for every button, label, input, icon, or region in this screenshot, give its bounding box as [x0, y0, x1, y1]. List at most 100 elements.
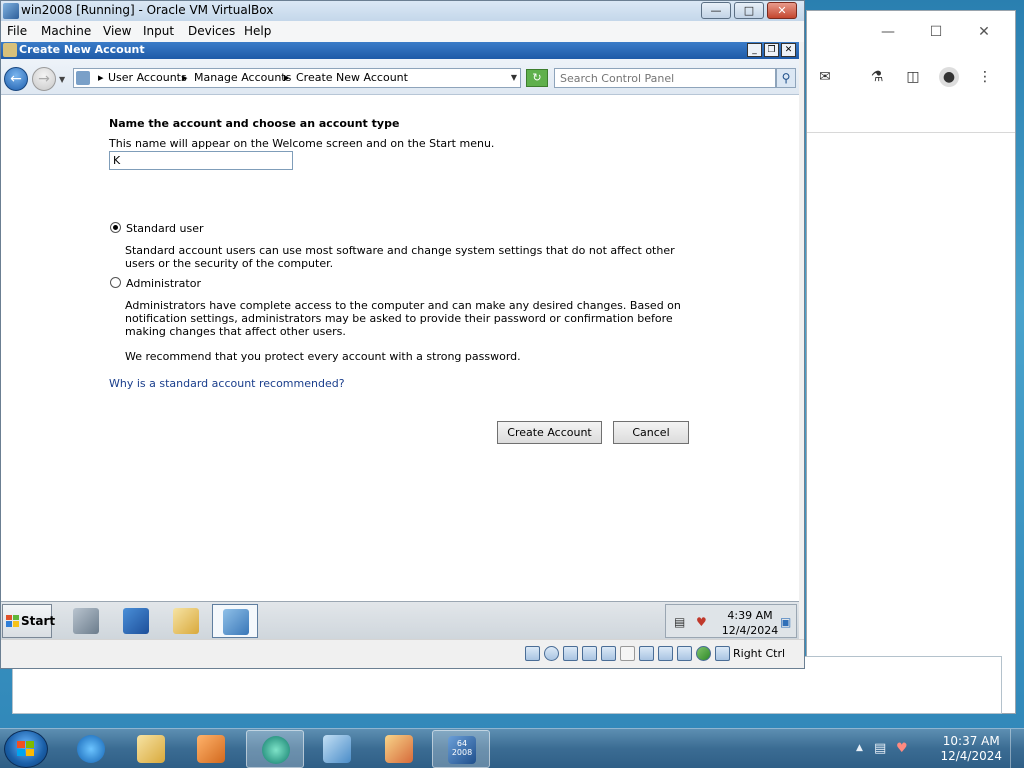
cancel-button[interactable]: Cancel: [613, 421, 689, 444]
standard-user-description: Standard account users can use most soft…: [125, 244, 675, 270]
recommendation-text: We recommend that you protect every acco…: [125, 350, 521, 363]
side-panel-icon[interactable]: ◫: [903, 67, 923, 87]
network-icon[interactable]: ▤: [874, 741, 886, 756]
standard-user-label[interactable]: Standard user: [126, 222, 204, 235]
hard-disk-icon[interactable]: [525, 646, 540, 661]
labs-flask-icon[interactable]: ⚗: [867, 67, 887, 87]
vm-badge-label: 2008: [451, 748, 473, 757]
guest-restore-button[interactable]: ❐: [764, 43, 779, 57]
create-account-button[interactable]: Create Account: [497, 421, 602, 444]
virtualbox-app-icon: [3, 3, 19, 19]
standard-account-help-link[interactable]: Why is a standard account recommended?: [109, 377, 345, 390]
host-time: 10:37 AM: [942, 734, 1000, 748]
search-icon[interactable]: ⚲: [776, 68, 796, 88]
powershell-icon: [123, 608, 149, 634]
minimize-icon[interactable]: —: [875, 21, 901, 43]
address-bar: ← → ▼ ▸ User Accounts ▸ Manage Accounts …: [1, 59, 799, 95]
guest-task-control-panel[interactable]: [212, 604, 258, 638]
recent-pages-dropdown-icon[interactable]: ▼: [59, 75, 65, 84]
menu-file[interactable]: File: [7, 24, 27, 38]
account-name-input[interactable]: [109, 151, 293, 170]
host-task-explorer[interactable]: [122, 730, 180, 768]
guest-task-explorer[interactable]: [163, 604, 209, 638]
form-heading: Name the account and choose an account t…: [109, 117, 400, 130]
menu-help[interactable]: Help: [244, 24, 271, 38]
administrator-radio[interactable]: [110, 277, 121, 288]
optical-drive-icon[interactable]: [544, 646, 559, 661]
breadcrumb-chevron-icon[interactable]: ▸: [284, 71, 290, 84]
internet-explorer-icon: [77, 735, 105, 763]
host-start-button[interactable]: [4, 730, 48, 768]
host-key-label[interactable]: Right Ctrl: [733, 647, 785, 660]
vm-badge-number: 64: [456, 739, 468, 748]
network-icon[interactable]: ▤: [674, 615, 685, 629]
chrome-titlebar: — ☐ ✕: [807, 11, 1015, 53]
forward-button[interactable]: →: [32, 67, 56, 91]
mouse-integration-icon[interactable]: [715, 646, 730, 661]
guest-time: 4:39 AM: [727, 609, 773, 622]
menu-devices[interactable]: Devices: [188, 24, 235, 38]
usb-icon[interactable]: [601, 646, 616, 661]
folder-icon: [137, 735, 165, 763]
breadcrumb[interactable]: ▸ User Accounts ▸ Manage Accounts ▸ Crea…: [73, 68, 521, 88]
close-button[interactable]: ✕: [767, 2, 797, 19]
breadcrumb-chevron-icon[interactable]: ▸: [182, 71, 188, 84]
host-task-internet-explorer[interactable]: [62, 730, 120, 768]
host-clock[interactable]: 10:37 AM 12/4/2024: [940, 734, 1002, 764]
browser-icon: [262, 736, 290, 764]
refresh-button[interactable]: ↻: [526, 69, 548, 87]
show-desktop-icon[interactable]: ▣: [780, 615, 791, 629]
administrator-label[interactable]: Administrator: [126, 277, 201, 290]
host-task-virtualbox-vm[interactable]: 64 2008: [432, 730, 490, 768]
search-box[interactable]: [554, 68, 776, 88]
maximize-icon[interactable]: ☐: [923, 21, 949, 43]
host-task-media-player[interactable]: [182, 730, 240, 768]
extensions-icon[interactable]: ✉: [815, 67, 835, 87]
pen-tool-icon: [323, 735, 351, 763]
guest-close-button[interactable]: ✕: [781, 43, 796, 57]
guest-task-server-manager[interactable]: [63, 604, 109, 638]
paint-palette-icon: [385, 735, 413, 763]
guest-date: 12/4/2024: [721, 624, 779, 637]
menu-input[interactable]: Input: [143, 24, 174, 38]
menu-machine[interactable]: Machine: [41, 24, 91, 38]
host-task-paint[interactable]: [370, 730, 428, 768]
network-adapter-icon[interactable]: [582, 646, 597, 661]
back-button[interactable]: ←: [4, 67, 28, 91]
form-description: This name will appear on the Welcome scr…: [109, 137, 495, 150]
search-input[interactable]: [555, 69, 775, 87]
breadcrumb-chevron-icon[interactable]: ▸: [98, 71, 104, 84]
close-icon[interactable]: ✕: [971, 21, 997, 43]
breadcrumb-create-new-account[interactable]: Create New Account: [296, 71, 408, 84]
guest-task-powershell[interactable]: [113, 604, 159, 638]
chrome-toolbar: ✉ ⚗ ◫ ● ⋮: [807, 53, 1015, 133]
shared-folders-icon[interactable]: [620, 646, 635, 661]
guest-taskbar: Start ▤ ♥ 4:39 AM 12/4/2024 ▣: [1, 601, 799, 639]
guest-clock[interactable]: 4:39 AM 12/4/2024: [720, 608, 780, 638]
host-system-tray: ▲ ▤ ♥ 10:37 AM 12/4/2024: [854, 729, 1024, 768]
kebab-menu-icon[interactable]: ⋮: [975, 67, 995, 87]
breadcrumb-user-accounts[interactable]: User Accounts: [108, 71, 187, 84]
maximize-button[interactable]: □: [734, 2, 764, 19]
volume-muted-icon[interactable]: ♥: [896, 741, 908, 756]
menu-view[interactable]: View: [103, 24, 131, 38]
profile-avatar-icon[interactable]: ●: [939, 67, 959, 87]
chevron-down-icon[interactable]: ▼: [511, 73, 517, 82]
audio-icon[interactable]: [563, 646, 578, 661]
video-capture-icon[interactable]: [658, 646, 673, 661]
vt-x-icon[interactable]: [677, 646, 692, 661]
window-title: win2008 [Running] - Oracle VM VirtualBox: [21, 3, 274, 17]
display-icon[interactable]: [639, 646, 654, 661]
show-desktop-button[interactable]: [1010, 729, 1024, 768]
guest-additions-icon[interactable]: [696, 646, 711, 661]
guest-system-tray: ▤ ♥ 4:39 AM 12/4/2024 ▣: [665, 604, 797, 638]
guest-start-button[interactable]: Start: [2, 604, 55, 638]
volume-muted-icon[interactable]: ♥: [696, 615, 707, 629]
host-task-chrome[interactable]: [246, 730, 304, 768]
show-hidden-icons-chevron-icon[interactable]: ▲: [856, 743, 863, 753]
standard-user-radio[interactable]: [110, 222, 121, 233]
minimize-button[interactable]: —: [701, 2, 731, 19]
breadcrumb-manage-accounts[interactable]: Manage Accounts: [194, 71, 291, 84]
host-task-app-5[interactable]: [308, 730, 366, 768]
guest-minimize-button[interactable]: _: [747, 43, 762, 57]
